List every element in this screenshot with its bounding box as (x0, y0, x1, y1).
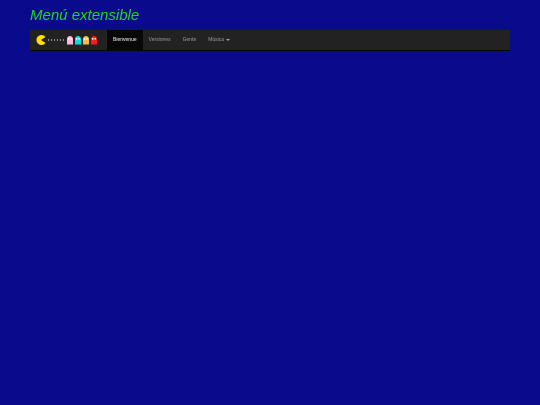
page-title: Menú extensible (30, 7, 140, 24)
brand-logo[interactable] (30, 30, 107, 50)
nav-item-versiones[interactable]: Versiones (143, 30, 177, 50)
nav-item-musica-dropdown[interactable]: Música (202, 30, 236, 50)
nav-item-label: Música (208, 37, 225, 43)
nav-menu: Bienvenue Versiones Gente Música (107, 30, 236, 50)
navbar: Bienvenue Versiones Gente Música (30, 30, 510, 51)
nav-item-gente[interactable]: Gente (177, 30, 203, 50)
nav-item-label: Gente (182, 37, 197, 43)
nav-item-bienvenue[interactable]: Bienvenue (107, 30, 143, 50)
caret-down-icon (226, 39, 231, 41)
nav-item-label: Versiones (148, 37, 171, 43)
nav-item-label: Bienvenue (113, 37, 137, 43)
pacman-ghosts-icon (36, 35, 97, 45)
